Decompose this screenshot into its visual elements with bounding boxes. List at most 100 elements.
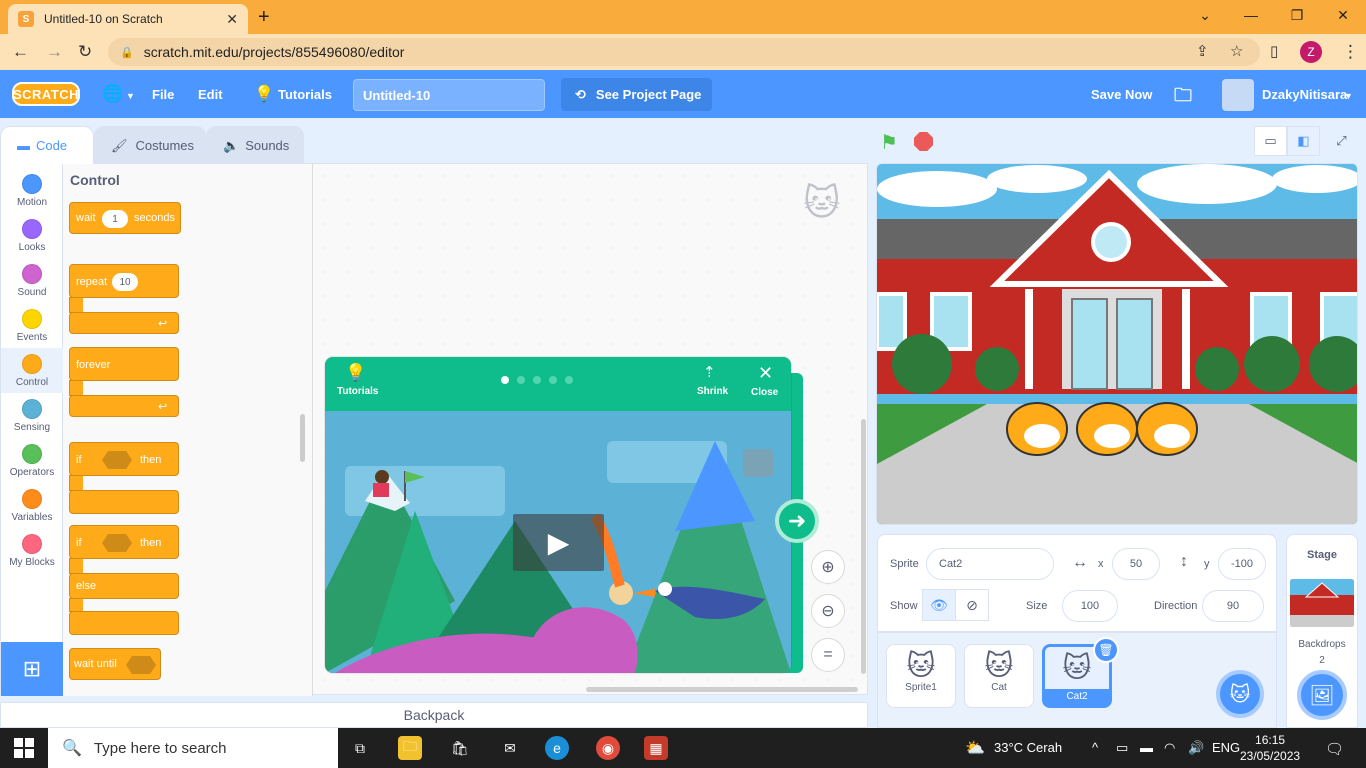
tutorial-next-button[interactable]: ➜ bbox=[775, 499, 819, 543]
new-tab-button[interactable]: + bbox=[258, 6, 270, 29]
zoom-reset-button[interactable]: = bbox=[811, 638, 845, 672]
category-operators[interactable]: Operators bbox=[1, 438, 63, 483]
if-else-block[interactable]: if then bbox=[69, 525, 179, 559]
category-my-blocks[interactable]: My Blocks bbox=[1, 528, 63, 573]
play-video-button[interactable]: ▶ bbox=[513, 514, 604, 571]
step-dot[interactable] bbox=[501, 376, 509, 384]
save-now-button[interactable]: Save Now bbox=[1091, 87, 1152, 102]
x-position-input[interactable]: 50 bbox=[1112, 548, 1160, 580]
language-globe-icon[interactable]: 🌐 bbox=[102, 84, 123, 104]
tab-costumes[interactable]: 🖌 Costumes bbox=[94, 126, 206, 164]
zoom-out-button[interactable]: ⊖ bbox=[811, 594, 845, 628]
tab-close-icon[interactable]: ✕ bbox=[226, 11, 238, 28]
maximize-window-button[interactable]: ❐ bbox=[1274, 4, 1320, 26]
sprite-name-input[interactable]: Cat2 bbox=[926, 548, 1054, 580]
choose-backdrop-button[interactable]: 🖼 bbox=[1297, 670, 1347, 720]
repeat-block[interactable]: repeat 10 bbox=[69, 264, 179, 298]
category-events[interactable]: Events bbox=[1, 303, 63, 348]
wait-seconds-block[interactable]: wait 1 seconds bbox=[69, 202, 181, 234]
stage-canvas[interactable] bbox=[876, 163, 1358, 525]
back-arrow-icon[interactable]: ← bbox=[12, 42, 29, 62]
shrink-button[interactable]: Shrink bbox=[697, 386, 728, 397]
tutorial-video[interactable]: ▶ bbox=[325, 411, 791, 673]
category-motion[interactable]: Motion bbox=[1, 168, 63, 213]
condition-slot[interactable] bbox=[102, 534, 132, 552]
weather-text[interactable]: 33°C Cerah bbox=[994, 740, 1062, 755]
green-flag-icon[interactable]: ⚑ bbox=[880, 130, 898, 155]
fullscreen-button[interactable]: ⤢ bbox=[1325, 126, 1358, 156]
hide-sprite-button[interactable]: ⊘ bbox=[955, 589, 989, 621]
condition-slot[interactable] bbox=[126, 656, 156, 674]
sidebar-toggle-icon[interactable]: ▯ bbox=[1270, 42, 1278, 60]
account-chevron-down-icon[interactable]: ▼ bbox=[1344, 91, 1353, 101]
notifications-icon[interactable]: 🗨 bbox=[1325, 740, 1344, 758]
sprite-thumbnail[interactable]: 🐱 Cat bbox=[964, 644, 1034, 708]
language-indicator[interactable]: ENG bbox=[1212, 740, 1240, 755]
see-project-page-button[interactable]: ⟲ See Project Page bbox=[561, 78, 712, 111]
scratch-logo[interactable]: SCRATCH bbox=[12, 82, 80, 106]
share-icon[interactable]: ⇪ bbox=[1196, 42, 1209, 60]
windows-start-icon[interactable] bbox=[14, 738, 34, 758]
mail-icon[interactable]: ✉ bbox=[498, 736, 522, 760]
wifi-icon[interactable]: ◠ bbox=[1164, 740, 1175, 756]
username-menu[interactable]: DzakyNitisara bbox=[1262, 87, 1347, 102]
volume-icon[interactable]: 🔊 bbox=[1188, 740, 1204, 756]
forward-arrow-icon[interactable]: → bbox=[46, 42, 63, 62]
taskbar-clock[interactable]: 16:15 23/05/2023 bbox=[1240, 732, 1300, 764]
palette-scrollbar[interactable] bbox=[300, 414, 305, 462]
minimize-window-button[interactable]: — bbox=[1228, 4, 1274, 26]
edge-browser-icon[interactable]: e bbox=[545, 736, 569, 760]
workspace-horizontal-scrollbar[interactable] bbox=[586, 687, 858, 692]
backpack-bar[interactable]: Backpack bbox=[0, 702, 868, 728]
profile-avatar[interactable]: Z bbox=[1300, 41, 1322, 63]
browser-menu-icon[interactable]: ⋮ bbox=[1342, 42, 1359, 62]
user-avatar[interactable] bbox=[1222, 79, 1254, 111]
category-sensing[interactable]: Sensing bbox=[1, 393, 63, 438]
sprite-thumbnail[interactable]: 🐱 Sprite1 bbox=[886, 644, 956, 708]
step-dot[interactable] bbox=[533, 376, 541, 384]
tray-chevron-up-icon[interactable]: ^ bbox=[1092, 740, 1098, 755]
category-looks[interactable]: Looks bbox=[1, 213, 63, 258]
y-position-input[interactable]: -100 bbox=[1218, 548, 1266, 580]
browser-tab[interactable]: S Untitled-10 on Scratch ✕ bbox=[8, 4, 248, 34]
forever-block[interactable]: forever bbox=[69, 347, 179, 381]
tab-code[interactable]: ▬ Code bbox=[0, 126, 94, 164]
tutorial-card-header[interactable]: 💡 Tutorials ⇡ Shrink ✕ Close bbox=[325, 357, 791, 411]
tutorial-card[interactable]: 💡 Tutorials ⇡ Shrink ✕ Close ▶ bbox=[325, 357, 791, 673]
tutorials-menu[interactable]: Tutorials bbox=[278, 87, 332, 102]
battery-icon[interactable]: ▬ bbox=[1140, 740, 1153, 755]
category-variables[interactable]: Variables bbox=[1, 483, 63, 528]
repeat-value-input[interactable]: 10 bbox=[112, 273, 138, 291]
step-dot[interactable] bbox=[565, 376, 573, 384]
file-menu[interactable]: File bbox=[152, 87, 174, 102]
wait-until-block[interactable]: wait until bbox=[69, 648, 161, 680]
category-control[interactable]: Control bbox=[1, 348, 63, 393]
direction-input[interactable]: 90 bbox=[1202, 590, 1264, 622]
taskbar-search-box[interactable]: 🔍 Type here to search bbox=[48, 728, 338, 768]
url-bar[interactable]: 🔒 scratch.mit.edu/projects/855496080/edi… bbox=[108, 38, 1260, 66]
small-stage-button[interactable]: ▭ bbox=[1254, 126, 1287, 156]
project-title-input[interactable]: Untitled-10 bbox=[353, 79, 545, 111]
close-button[interactable]: Close bbox=[751, 387, 778, 398]
bookmark-star-icon[interactable]: ☆ bbox=[1230, 42, 1243, 60]
stop-sign-icon[interactable] bbox=[914, 132, 933, 151]
tutorials-button[interactable]: Tutorials bbox=[337, 386, 378, 397]
wait-value-input[interactable]: 1 bbox=[102, 210, 128, 228]
choose-sprite-button[interactable]: 🐱 bbox=[1216, 670, 1264, 718]
reload-icon[interactable]: ↻ bbox=[78, 42, 92, 62]
my-stuff-folder-icon[interactable]: 🗀 bbox=[1174, 83, 1192, 113]
tray-device-icon[interactable]: ▭ bbox=[1116, 740, 1128, 756]
delete-sprite-button[interactable]: 🗑 bbox=[1093, 637, 1119, 663]
add-extension-button[interactable]: ⊞ bbox=[1, 642, 63, 696]
step-dot[interactable] bbox=[549, 376, 557, 384]
file-explorer-icon[interactable]: 🗀 bbox=[398, 736, 422, 760]
close-window-button[interactable]: ✕ bbox=[1320, 4, 1366, 26]
normal-stage-button[interactable]: ◧ bbox=[1287, 126, 1320, 156]
condition-slot[interactable] bbox=[102, 451, 132, 469]
tab-search-icon[interactable]: ⌄ bbox=[1182, 4, 1228, 26]
task-view-icon[interactable]: ⧉ bbox=[348, 736, 372, 760]
zoom-in-button[interactable]: ⊕ bbox=[811, 550, 845, 584]
size-input[interactable]: 100 bbox=[1062, 590, 1118, 622]
tab-sounds[interactable]: 🔈 Sounds bbox=[206, 126, 304, 164]
chrome-browser-icon[interactable]: ◉ bbox=[596, 736, 620, 760]
